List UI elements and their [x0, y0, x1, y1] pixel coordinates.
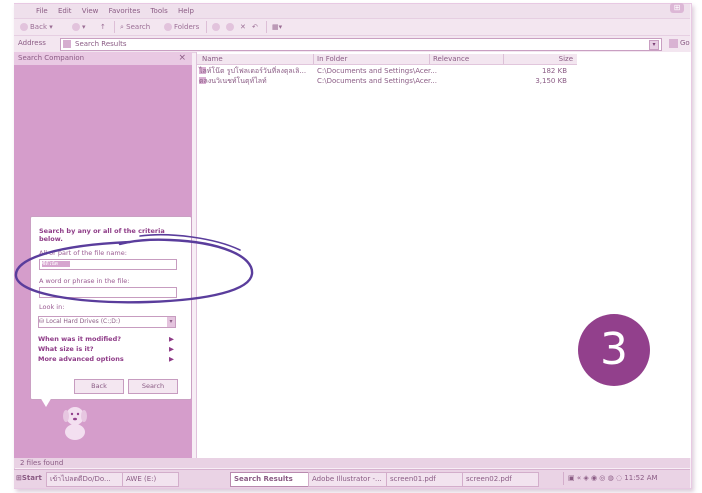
tray-icons[interactable]: ▣ « ◈ ◉ ◎ ◍ ◌ — [568, 474, 624, 482]
search-criteria-prompt: Search by any or all of the criteria bel… — [39, 227, 165, 243]
file-name-label: All or part of the file name: — [39, 249, 127, 257]
advanced-options[interactable]: More advanced options ▶ — [38, 355, 178, 363]
menu-file[interactable]: File — [36, 4, 48, 18]
search-results-icon — [63, 40, 71, 48]
drive-icon: ⛁ — [39, 318, 45, 325]
menu-tools[interactable]: Tools — [150, 4, 167, 18]
go-button[interactable]: Go — [669, 38, 699, 49]
expand-arrow-icon: ▶ — [169, 335, 174, 343]
taskbar-item[interactable]: เข้าไปลตดีDo/Do... — [46, 472, 123, 487]
up-arrow-icon: ↑ — [100, 23, 106, 31]
views-button[interactable]: ▦▾ — [272, 21, 282, 33]
copy-to-button[interactable] — [226, 21, 236, 33]
taskbar-item[interactable]: screen01.pdf — [386, 472, 463, 487]
column-size[interactable]: Size — [503, 54, 577, 64]
column-name[interactable]: Name — [199, 54, 312, 64]
forward-button[interactable]: ▾ — [72, 21, 86, 33]
expand-arrow-icon: ▶ — [169, 345, 174, 353]
back-button-panel[interactable]: Back — [74, 379, 124, 394]
menu-bar: File Edit View Favorites Tools Help — [14, 4, 690, 18]
menu-favorites[interactable]: Favorites — [109, 4, 141, 18]
toolbar-divider — [114, 21, 115, 33]
move-to-icon — [212, 23, 220, 31]
delete-icon: ✕ — [240, 23, 246, 31]
results-pane: Name In Folder Relevance Size ไลท์โน๊ต ร… — [196, 52, 691, 458]
toolbar-divider — [266, 21, 267, 33]
search-icon: ⌕ — [120, 23, 124, 31]
move-to-button[interactable] — [212, 21, 222, 33]
toolbar-divider — [206, 21, 207, 33]
column-in-folder[interactable]: In Folder — [313, 54, 427, 64]
folders-icon — [164, 23, 172, 31]
up-folder-button[interactable]: ↑ — [100, 21, 106, 33]
toolbar: Back ▾ ▾ ↑ ⌕ Search Folders ✕ ↶ ▦▾ — [14, 18, 690, 35]
result-folder: C:\Documents and Settings\Acer... — [317, 77, 437, 85]
search-companion-header: Search Companion × — [14, 52, 192, 65]
search-submit-button[interactable]: Search — [128, 379, 178, 394]
copy-to-icon — [226, 23, 234, 31]
result-folder: C:\Documents and Settings\Acer... — [317, 67, 437, 75]
taskbar-item-search-results[interactable]: Search Results — [230, 472, 309, 487]
back-button[interactable]: Back ▾ — [20, 21, 53, 33]
windows-logo-icon: ⊞ — [670, 3, 684, 13]
look-in-select[interactable]: ⛁ Local Hard Drives (C:;D:) ▾ — [38, 316, 176, 328]
chevron-down-icon[interactable]: ▾ — [167, 317, 175, 327]
phrase-field[interactable] — [39, 287, 177, 298]
column-relevance[interactable]: Relevance — [429, 54, 503, 64]
address-value: Search Results — [75, 40, 127, 48]
menu-help[interactable]: Help — [178, 4, 194, 18]
result-size: 3,150 KB — [535, 77, 567, 85]
folders-button[interactable]: Folders — [164, 21, 199, 33]
search-companion-title: Search Companion — [18, 54, 85, 62]
search-dog-icon — [63, 407, 87, 440]
status-bar: 2 files found — [14, 458, 690, 468]
table-row[interactable]: ไลท์โน๊ต รูปโฟลเดอร์วันที่ลงตุลเลิ... C:… — [197, 67, 577, 76]
file-name-value: ซีดีโน้ต — [42, 261, 70, 267]
taskbar: ⊞Start เข้าไปลตดีDo/Do... AWE (E:) Searc… — [14, 469, 690, 488]
address-dropdown-button[interactable]: ▾ — [649, 40, 659, 50]
address-bar: Address Search Results ▾ Go — [14, 35, 690, 53]
taskbar-item[interactable]: AWE (E:) — [122, 472, 179, 487]
start-button[interactable]: ⊞Start — [16, 472, 42, 485]
delete-button[interactable]: ✕ — [240, 21, 246, 33]
system-tray: ▣ « ◈ ◉ ◎ ◍ ◌ 11:52 AM — [563, 472, 686, 485]
results-column-headers: Name In Folder Relevance Size — [197, 54, 577, 65]
undo-icon: ↶ — [252, 23, 258, 31]
forward-arrow-icon — [72, 23, 80, 31]
menu-view[interactable]: View — [82, 4, 99, 18]
search-button[interactable]: ⌕ Search — [120, 21, 150, 33]
result-size: 182 KB — [542, 67, 567, 75]
address-label: Address — [18, 39, 46, 47]
close-pane-button[interactable]: × — [178, 52, 186, 65]
when-modified-option[interactable]: When was it modified? ▶ — [38, 335, 178, 343]
taskbar-item[interactable]: screen02.pdf — [462, 472, 539, 487]
clock: 11:52 AM — [624, 474, 658, 482]
undo-button[interactable]: ↶ — [252, 21, 258, 33]
status-text: 2 files found — [20, 459, 64, 467]
step-number-badge: 3 — [578, 314, 650, 386]
views-icon: ▦ — [272, 23, 279, 31]
expand-arrow-icon: ▶ — [169, 355, 174, 363]
go-arrow-icon — [669, 38, 678, 48]
table-row[interactable]: ดลงนวิเนชท์โนตุท์ไลท์ C:\Documents and S… — [197, 77, 577, 86]
back-arrow-icon — [20, 23, 28, 31]
taskbar-item[interactable]: Adobe Illustrator -... — [308, 472, 387, 487]
address-input[interactable]: Search Results ▾ — [60, 38, 662, 51]
file-name-field[interactable]: ซีดีโน้ต — [39, 259, 177, 270]
menu-edit[interactable]: Edit — [58, 4, 72, 18]
look-in-label: Look in: — [39, 303, 65, 311]
what-size-option[interactable]: What size is it? ▶ — [38, 345, 178, 353]
bubble-pointer — [40, 397, 52, 407]
phrase-label: A word or phrase in the file: — [39, 277, 130, 285]
search-criteria-panel: Search by any or all of the criteria bel… — [30, 216, 192, 400]
